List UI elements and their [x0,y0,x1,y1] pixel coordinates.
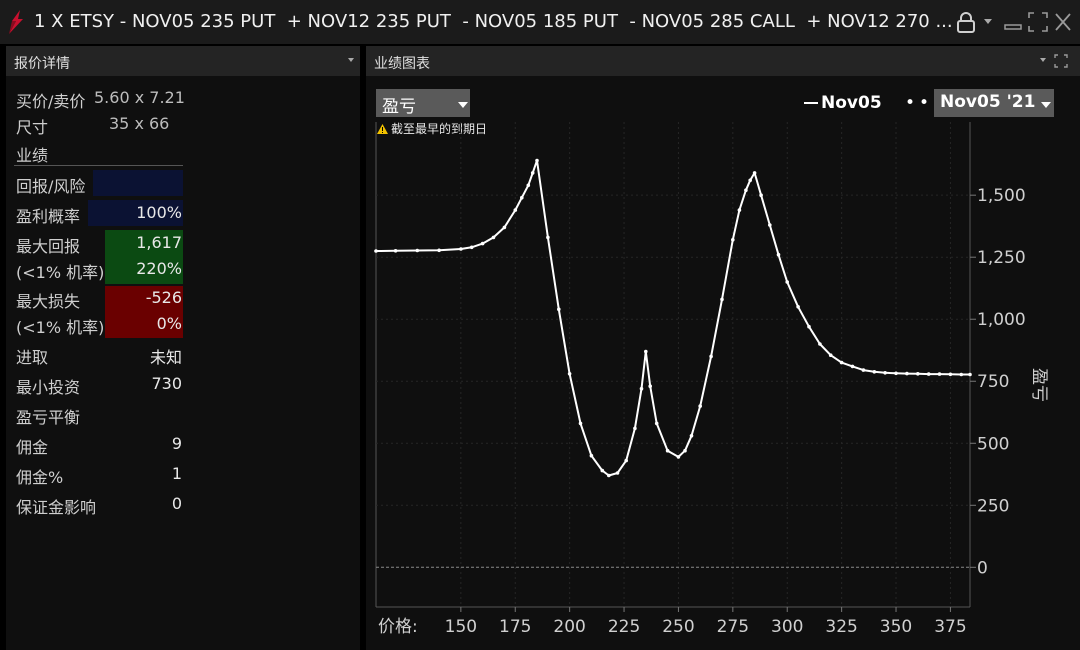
return-risk-label: 回报/风险 [16,177,86,196]
bid-ask-label: 买价/卖价 [16,92,86,111]
legend-label: Nov05 [821,93,882,113]
max-return-prob-value: 220% [136,259,182,278]
bid-ask-value: 5.60 x 7.21 [94,88,185,107]
performance-chart-header[interactable]: 业绩图表 [366,46,1080,76]
max-loss-prob-value: 0% [156,314,182,333]
max-loss-prob-label: (<1% 机率) [16,318,105,337]
quote-details-header[interactable]: 报价详情 [6,46,360,76]
max-return-label: 最大回报 [16,237,81,256]
lock-icon[interactable] [956,12,976,34]
warning-text: 截至最早的到期日 [391,122,488,136]
lock-dropdown-icon[interactable] [984,19,992,25]
expand-icon[interactable] [1054,54,1068,68]
max-return-prob-label: (<1% 机率) [16,263,105,282]
commission-label: 佣金 [16,438,49,457]
metric-select[interactable]: 盈亏 [376,89,470,117]
prob-profit-label: 盈利概率 [16,207,81,226]
legend-dots-swatch: •• [905,93,934,113]
min-invest-value: 730 [151,374,182,393]
legend-line-swatch [804,102,818,104]
minimize-icon[interactable] [1004,12,1022,32]
date-select-value: Nov05 '21 [940,92,1036,112]
min-invest-label: 最小投资 [16,378,81,397]
window-titlebar: 1 X ETSY - NOV05 235 PUT + NOV12 235 PUT… [0,0,1080,45]
max-loss-label: 最大损失 [16,292,81,311]
expiry-warning: 截至最早的到期日 [377,120,487,137]
commission-pct-label: 佣金% [16,468,64,487]
quote-details-panel: 报价详情 买价/卖价 5.60 x 7.21 尺寸 35 x 66 业绩 回报/… [6,46,360,650]
commission-value: 9 [171,434,182,453]
size-label: 尺寸 [16,118,49,137]
section-divider [14,165,183,166]
performance-heading: 业绩 [16,146,49,165]
metric-select-value: 盈亏 [382,97,416,117]
date-select[interactable]: Nov05 '21 [934,89,1054,117]
chevron-down-icon [1041,102,1051,108]
margin-label: 保证金影响 [16,498,97,517]
panel-title: 报价详情 [14,56,70,72]
warning-icon [377,124,388,134]
window-title: 1 X ETSY - NOV05 235 PUT + NOV12 235 PUT… [34,11,953,32]
legend-item-nov05: Nov05 [804,93,882,113]
entry-value: 未知 [149,348,182,367]
max-return-value: 1,617 [136,233,182,252]
app-logo-icon [9,10,23,34]
panel-title: 业绩图表 [374,56,430,72]
maximize-icon[interactable] [1028,12,1048,32]
max-loss-value: -526 [145,288,182,307]
close-icon[interactable] [1054,12,1072,32]
margin-value: 0 [171,494,182,513]
breakeven-label: 盈亏平衡 [16,408,81,427]
chevron-down-icon [458,102,468,108]
panel-menu-caret-icon[interactable] [1040,58,1046,62]
commission-pct-value: 1 [171,464,182,483]
size-value: 35 x 66 [109,114,170,133]
return-risk-box [93,170,183,196]
panel-menu-caret-icon[interactable] [348,58,354,62]
entry-label: 进取 [16,348,49,367]
prob-profit-value: 100% [136,203,182,222]
